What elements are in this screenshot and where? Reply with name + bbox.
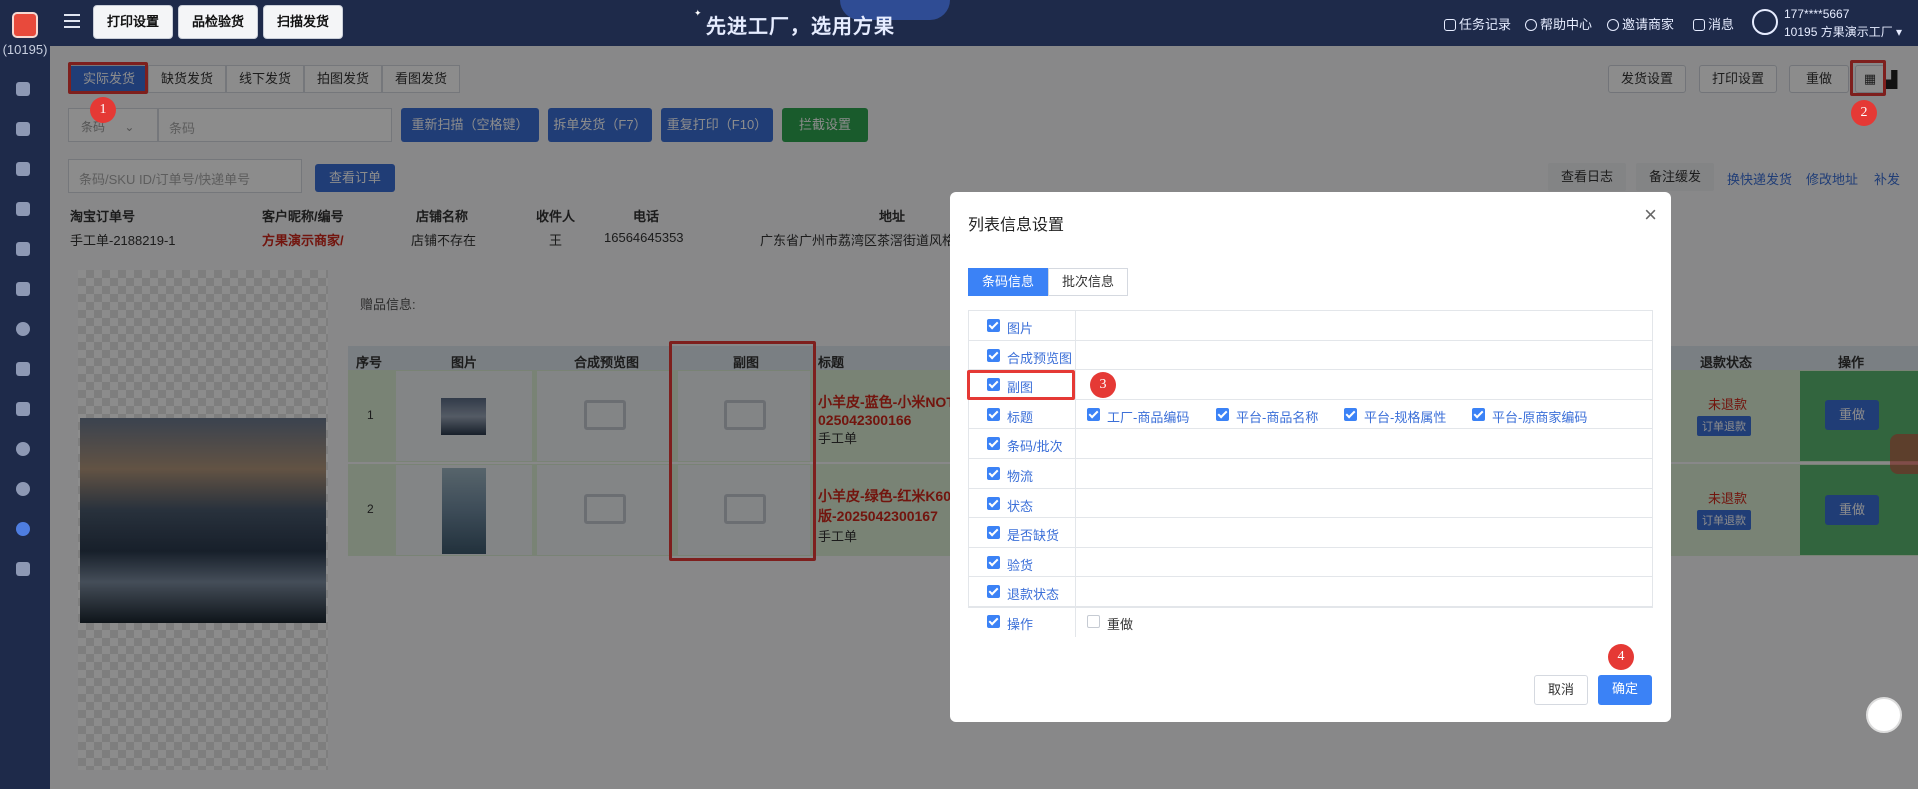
step-badge-1: 1: [90, 97, 116, 123]
option-platform-name: 平台-商品名称: [1236, 409, 1319, 425]
user-avatar-icon[interactable]: [1752, 9, 1778, 35]
assistant-avatar-icon[interactable]: [1866, 697, 1902, 733]
chart-nav-icon[interactable]: [16, 162, 30, 176]
checkbox-image[interactable]: [987, 319, 1000, 332]
option-platform-spec: 平台-规格属性: [1364, 409, 1447, 425]
invite-merchant-link[interactable]: 邀请商家: [1607, 14, 1674, 33]
label-status: 状态: [1007, 498, 1034, 514]
tab-barcode-info[interactable]: 条码信息: [968, 268, 1048, 296]
checkbox-shortage[interactable]: [987, 526, 1000, 540]
checkbox-platform-name[interactable]: [1216, 407, 1229, 421]
option-factory-code: 工厂-商品编码: [1107, 409, 1190, 425]
checkbox-refund-status[interactable]: [987, 585, 1000, 599]
list-settings-modal: 列表信息设置 × 条码信息 批次信息 图片 合成预览图 副图 标题 工厂-商品编…: [950, 192, 1671, 722]
confirm-button[interactable]: 确定: [1598, 675, 1652, 705]
store-nav-icon[interactable]: [16, 362, 30, 376]
checkbox-title[interactable]: [987, 407, 1000, 421]
scan-ship-nav[interactable]: 扫描发货: [263, 5, 343, 39]
cancel-button[interactable]: 取消: [1534, 675, 1588, 705]
label-operation: 操作: [1007, 617, 1034, 632]
sidebar: (10195): [0, 0, 50, 789]
checkbox-barcode-batch[interactable]: [987, 437, 1000, 451]
messages-link[interactable]: 消息: [1693, 14, 1734, 33]
step-badge-2: 2: [1851, 100, 1877, 126]
tab-batch-info[interactable]: 批次信息: [1048, 268, 1128, 296]
user-name[interactable]: 10195 方果演示工厂 ▾: [1784, 23, 1902, 40]
sparkle-icon: ✦: [694, 8, 702, 18]
label-barcode-batch: 条码/批次: [1007, 439, 1063, 455]
grid-nav-icon[interactable]: [16, 402, 30, 416]
pie2-nav-icon[interactable]: [16, 482, 30, 496]
checkbox-logistics[interactable]: [987, 467, 1000, 480]
label-inspection: 验货: [1007, 557, 1034, 573]
checkbox-platform-spec[interactable]: [1344, 407, 1357, 421]
app-logo-icon: [12, 12, 38, 38]
label-preview: 合成预览图: [1007, 350, 1073, 366]
menu-icon[interactable]: [64, 14, 80, 28]
checkbox-status[interactable]: [987, 496, 1000, 510]
label-image: 图片: [1007, 321, 1034, 336]
checkbox-factory-code[interactable]: [1087, 407, 1100, 421]
option-redo: 重做: [1107, 617, 1134, 632]
sidebar-count: (10195): [2, 42, 48, 57]
scan-nav-icon[interactable]: [16, 82, 30, 96]
checkbox-redo[interactable]: [1087, 615, 1100, 628]
message-icon: [1693, 19, 1705, 31]
label-shortage: 是否缺货: [1007, 528, 1060, 544]
task-log-link[interactable]: 任务记录: [1444, 14, 1511, 33]
checkbox-preview[interactable]: [987, 348, 1000, 362]
help-icon: [1525, 19, 1537, 31]
label-logistics: 物流: [1007, 469, 1034, 484]
step-badge-4: 4: [1608, 644, 1634, 670]
task-icon: [1444, 19, 1456, 31]
settings-table: 图片 合成预览图 副图 标题 工厂-商品编码 平台-商品名称 平台-规格属性 平…: [968, 310, 1653, 637]
checkbox-inspection[interactable]: [987, 555, 1000, 569]
globe-nav-icon[interactable]: [16, 322, 30, 336]
label-title: 标题: [1007, 409, 1034, 425]
step-badge-3: 3: [1090, 372, 1116, 398]
user-phone: 177****5667: [1784, 7, 1850, 21]
close-icon[interactable]: ×: [1644, 202, 1657, 228]
user-nav-icon[interactable]: [16, 242, 30, 256]
checkbox-operation[interactable]: [987, 615, 1000, 628]
apps-nav-icon[interactable]: [16, 122, 30, 136]
slogan: 先进工厂，选用方果: [706, 16, 895, 38]
archive-nav-icon[interactable]: [16, 562, 30, 576]
pie-nav-icon[interactable]: [16, 442, 30, 456]
print-settings-nav[interactable]: 打印设置: [93, 5, 173, 39]
checkbox-merchant-code[interactable]: [1472, 407, 1485, 421]
scan-active-nav-icon[interactable]: [16, 522, 30, 536]
box-nav-icon[interactable]: [16, 202, 30, 216]
person-icon: [1607, 19, 1619, 31]
annotation-box-3: [967, 370, 1075, 400]
calendar-nav-icon[interactable]: [16, 282, 30, 296]
help-center-link[interactable]: 帮助中心: [1525, 14, 1592, 33]
label-refund-status: 退款状态: [1007, 587, 1060, 603]
option-merchant-code: 平台-原商家编码: [1492, 409, 1588, 425]
modal-title: 列表信息设置: [968, 217, 1065, 234]
quality-check-nav[interactable]: 品检验货: [178, 5, 258, 39]
